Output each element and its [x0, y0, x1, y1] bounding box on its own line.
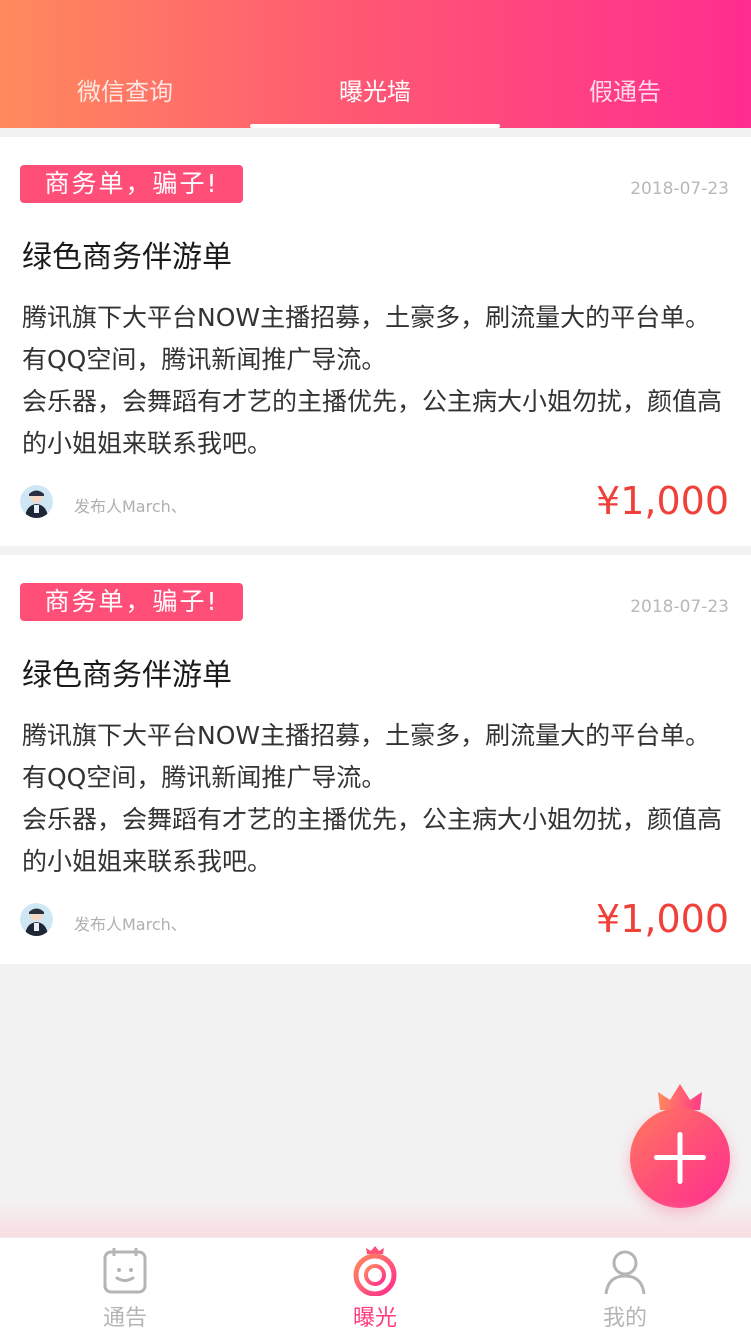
scam-tag: 商务单，骗子! — [20, 583, 243, 621]
post-price: ¥1,000 — [596, 479, 729, 523]
tab-exposure-wall[interactable]: 曝光墙 — [250, 70, 500, 128]
active-tab-indicator — [250, 124, 500, 128]
add-post-button[interactable] — [630, 1108, 730, 1208]
tab-fake-notice[interactable]: 假通告 — [500, 70, 750, 128]
post-date: 2018-07-23 — [630, 179, 729, 199]
post-title: 绿色商务伴游单 — [22, 658, 232, 693]
post-description: 腾讯旗下大平台NOW主播招募，土豪多，刷流量大的平台单。有QQ空间，腾讯新闻推广… — [22, 721, 723, 876]
nav-item-notice[interactable]: 通告 — [0, 1238, 250, 1335]
user-icon — [604, 1250, 646, 1295]
scam-tag: 商务单，骗子! — [20, 165, 243, 203]
bottom-nav: 通告 曝光 我的 — [0, 1237, 751, 1335]
nav-item-exposure[interactable]: 曝光 — [250, 1238, 500, 1335]
publisher-name: 发布人March、 — [74, 915, 187, 934]
nav-label: 曝光 — [352, 1306, 397, 1331]
nav-item-mine[interactable]: 我的 — [500, 1238, 750, 1335]
post-card[interactable]: 商务单，骗子! 2018-07-23 绿色商务伴游单 腾讯旗下大平台NOW主播招… — [0, 555, 751, 964]
nav-shadow — [0, 1200, 751, 1238]
tab-label: 曝光墙 — [339, 78, 411, 106]
tab-label: 微信查询 — [77, 78, 173, 106]
avatar[interactable] — [20, 485, 53, 518]
nav-label: 我的 — [602, 1306, 647, 1331]
publisher-name: 发布人March、 — [74, 497, 187, 516]
nav-label: 通告 — [102, 1306, 147, 1331]
post-title: 绿色商务伴游单 — [22, 240, 232, 275]
plus-icon — [654, 1132, 706, 1184]
top-header: 微信查询 曝光墙 假通告 — [0, 0, 751, 128]
tab-wechat-query[interactable]: 微信查询 — [0, 70, 250, 128]
avatar[interactable] — [20, 903, 53, 936]
tab-label: 假通告 — [589, 78, 661, 106]
post-card[interactable]: 商务单，骗子! 2018-07-23 绿色商务伴游单 腾讯旗下大平台NOW主播招… — [0, 137, 751, 546]
post-date: 2018-07-23 — [630, 597, 729, 617]
post-price: ¥1,000 — [596, 897, 729, 941]
notice-board-icon — [103, 1248, 147, 1294]
post-description: 腾讯旗下大平台NOW主播招募，土豪多，刷流量大的平台单。有QQ空间，腾讯新闻推广… — [22, 303, 723, 458]
crown-ring-icon — [353, 1246, 397, 1296]
